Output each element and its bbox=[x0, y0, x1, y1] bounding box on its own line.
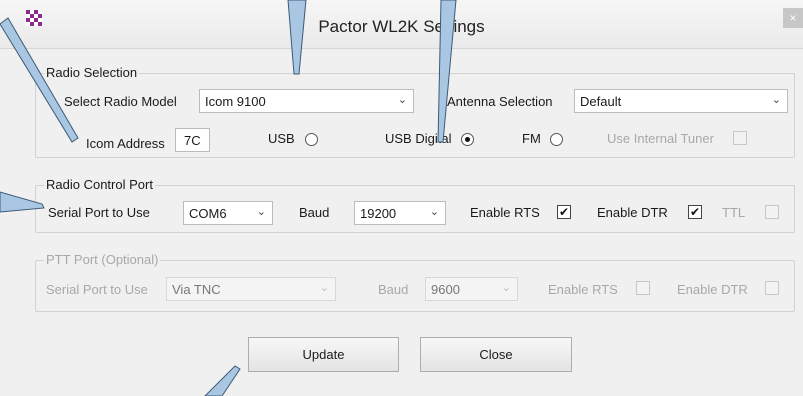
callout-pointer-left bbox=[0, 191, 45, 213]
callout-pointers bbox=[0, 0, 457, 396]
callout-pointer-top-left bbox=[0, 17, 79, 143]
callout-pointer-bottom bbox=[204, 365, 241, 396]
callout-pointer-top-center-left bbox=[287, 0, 307, 75]
callout-pointer-top-center-right bbox=[437, 0, 457, 143]
